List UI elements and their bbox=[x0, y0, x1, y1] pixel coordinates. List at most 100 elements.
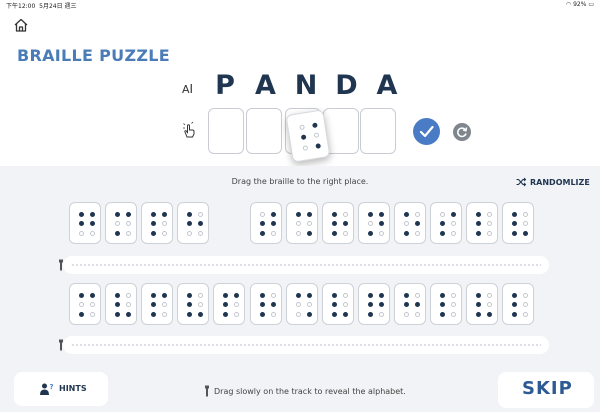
battery-icon: ▭ bbox=[588, 1, 594, 8]
braille-tile[interactable] bbox=[358, 202, 390, 244]
braille-dot-raised bbox=[307, 231, 312, 236]
braille-dot-raised bbox=[126, 312, 131, 317]
braille-dot-flat bbox=[404, 312, 409, 317]
text-size-icon: AI bbox=[182, 82, 194, 96]
braille-dot-flat bbox=[523, 302, 528, 307]
braille-dot-raised bbox=[307, 212, 312, 217]
braille-tile[interactable] bbox=[250, 283, 282, 325]
hints-button[interactable]: ? HINTS bbox=[14, 372, 108, 406]
braille-dot-raised bbox=[151, 212, 156, 217]
braille-tile[interactable] bbox=[69, 283, 101, 325]
braille-dot-raised bbox=[332, 231, 337, 236]
braille-dot-flat bbox=[198, 212, 203, 217]
braille-dot-raised bbox=[332, 312, 337, 317]
braille-tile[interactable] bbox=[286, 283, 318, 325]
braille-dot-flat bbox=[296, 231, 301, 236]
braille-dot-flat bbox=[198, 231, 203, 236]
braille-tile[interactable] bbox=[213, 283, 245, 325]
braille-dot-raised bbox=[332, 221, 337, 226]
braille-dot-raised bbox=[90, 293, 95, 298]
braille-dot-raised bbox=[151, 231, 156, 236]
braille-tile[interactable] bbox=[322, 202, 354, 244]
braille-dot-flat bbox=[198, 302, 203, 307]
braille-tile[interactable] bbox=[177, 283, 209, 325]
braille-dot-flat bbox=[487, 231, 492, 236]
braille-tile[interactable] bbox=[250, 202, 282, 244]
braille-dot-flat bbox=[343, 231, 348, 236]
reset-button[interactable] bbox=[453, 123, 471, 141]
braille-dot-raised bbox=[79, 212, 84, 217]
answer-slot[interactable] bbox=[246, 108, 282, 154]
reveal-track-2[interactable] bbox=[63, 336, 549, 354]
braille-tile[interactable] bbox=[502, 202, 534, 244]
braille-dot-flat bbox=[126, 293, 131, 298]
braille-tile[interactable] bbox=[358, 283, 390, 325]
braille-dot-flat bbox=[487, 302, 492, 307]
braille-tile[interactable] bbox=[141, 202, 173, 244]
reveal-track-1[interactable] bbox=[63, 256, 549, 274]
braille-dot-flat bbox=[404, 221, 409, 226]
braille-tile[interactable] bbox=[394, 283, 426, 325]
braille-dot-raised bbox=[198, 221, 203, 226]
braille-tile[interactable] bbox=[105, 202, 137, 244]
braille-tile[interactable] bbox=[502, 283, 534, 325]
braille-dot-flat bbox=[162, 312, 167, 317]
status-date: 5月24日 週三 bbox=[39, 3, 77, 10]
braille-dot-flat bbox=[379, 231, 384, 236]
braille-dot-raised bbox=[312, 122, 318, 129]
battery-percent: 92% bbox=[573, 1, 587, 8]
home-button[interactable] bbox=[12, 16, 30, 34]
braille-dot-raised bbox=[307, 312, 312, 317]
braille-dot-flat bbox=[79, 302, 84, 307]
braille-dot-raised bbox=[512, 231, 517, 236]
braille-dot-flat bbox=[126, 221, 131, 226]
braille-tile[interactable] bbox=[430, 283, 462, 325]
braille-dot-raised bbox=[115, 302, 120, 307]
answer-slot[interactable] bbox=[208, 108, 244, 154]
braille-dot-raised bbox=[187, 293, 192, 298]
braille-dot-raised bbox=[451, 212, 456, 217]
braille-tile[interactable] bbox=[105, 283, 137, 325]
braille-dot-raised bbox=[379, 221, 384, 226]
braille-dot-raised bbox=[90, 221, 95, 226]
braille-dot-flat bbox=[299, 124, 305, 131]
braille-tile[interactable] bbox=[177, 202, 209, 244]
braille-dot-raised bbox=[404, 302, 409, 307]
answer-slot[interactable] bbox=[360, 108, 396, 154]
braille-dot-raised bbox=[223, 312, 228, 317]
braille-dot-raised bbox=[332, 293, 337, 298]
braille-dot-flat bbox=[523, 221, 528, 226]
braille-dot-flat bbox=[162, 221, 167, 226]
braille-dot-flat bbox=[487, 221, 492, 226]
braille-dot-flat bbox=[415, 231, 420, 236]
braille-tile[interactable] bbox=[141, 283, 173, 325]
braille-tile[interactable] bbox=[394, 202, 426, 244]
braille-tile[interactable] bbox=[466, 283, 498, 325]
page-title: BRAILLE PUZZLE bbox=[17, 46, 170, 65]
braille-dot-raised bbox=[260, 221, 265, 226]
submit-button[interactable] bbox=[413, 118, 440, 145]
braille-dot-flat bbox=[451, 312, 456, 317]
braille-dot-raised bbox=[379, 293, 384, 298]
braille-dot-raised bbox=[151, 293, 156, 298]
braille-tile[interactable] bbox=[466, 202, 498, 244]
braille-tile[interactable] bbox=[322, 283, 354, 325]
braille-tile[interactable] bbox=[286, 202, 318, 244]
braille-tile[interactable] bbox=[430, 202, 462, 244]
braille-dot-flat bbox=[296, 312, 301, 317]
randomize-button[interactable]: RANDOMLIZE bbox=[516, 176, 590, 188]
braille-dot-raised bbox=[115, 293, 120, 298]
braille-dot-raised bbox=[260, 231, 265, 236]
footer-hint-text: Drag slowly on the track to reveal the a… bbox=[214, 386, 406, 396]
braille-tile[interactable] bbox=[69, 202, 101, 244]
braille-dot-raised bbox=[368, 302, 373, 307]
braille-dot-raised bbox=[440, 293, 445, 298]
braille-dot-raised bbox=[162, 293, 167, 298]
target-letter: D bbox=[335, 70, 358, 101]
dragged-braille-tile[interactable] bbox=[285, 109, 331, 163]
skip-button[interactable]: SKIP bbox=[498, 372, 594, 408]
braille-dot-raised bbox=[260, 293, 265, 298]
braille-dot-flat bbox=[90, 302, 95, 307]
braille-dot-raised bbox=[523, 231, 528, 236]
track-dots bbox=[71, 344, 541, 346]
